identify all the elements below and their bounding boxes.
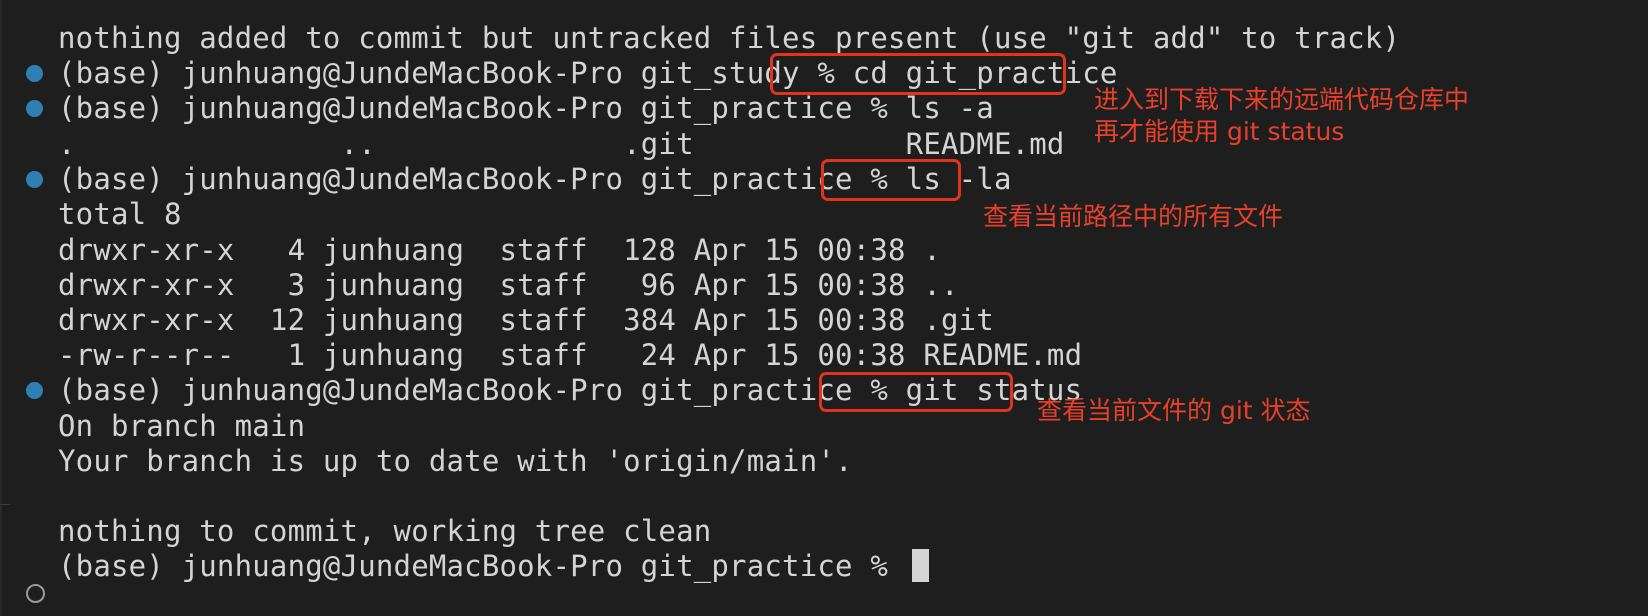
highlight-box-git-status-command [819,372,1013,412]
command-success-icon[interactable] [26,65,43,82]
terminal-line: nothing added to commit but untracked fi… [58,21,1401,55]
terminal-cursor [911,548,929,582]
terminal-prompt-line[interactable]: (base) junhuang@JundeMacBook-Pro git_pra… [58,548,929,585]
terminal-line: drwxr-xr-x 3 junhuang staff 96 Apr 15 00… [58,268,959,302]
highlight-box-ls-la-command [821,159,961,201]
terminal-line: total 8 [58,197,182,231]
panel-edge [0,0,2,616]
terminal-line: nothing to commit, working tree clean [58,514,712,548]
terminal-line: Your branch is up to date with 'origin/m… [58,444,853,478]
terminal-line: . .. .git README.md [58,127,1065,161]
annotation-git-status: 查看当前文件的 git 状态 [1037,396,1311,425]
terminal-line: -rw-r--r-- 1 junhuang staff 24 Apr 15 00… [58,338,1083,372]
annotation-ls-la: 查看当前路径中的所有文件 [983,202,1284,231]
command-success-icon[interactable] [26,382,43,399]
annotation-cd-line1: 进入到下载下来的远端代码仓库中 [1094,85,1470,114]
command-success-icon[interactable] [26,171,43,188]
terminal-line: drwxr-xr-x 12 junhuang staff 384 Apr 15 … [58,303,994,337]
prompt-text: (base) junhuang@JundeMacBook-Pro git_pra… [58,549,906,583]
command-pending-icon[interactable] [26,584,45,603]
command-success-icon[interactable] [26,100,43,117]
terminal-window[interactable]: nothing added to commit but untracked fi… [0,0,1648,616]
annotation-cd-line2: 再才能使用 git status [1094,117,1345,146]
terminal-line: On branch main [58,409,306,443]
terminal-line: drwxr-xr-x 4 junhuang staff 128 Apr 15 0… [58,233,941,267]
terminal-line: (base) junhuang@JundeMacBook-Pro git_pra… [58,91,994,125]
highlight-box-cd-command [770,53,1066,95]
panel-edge-notch [0,504,10,505]
